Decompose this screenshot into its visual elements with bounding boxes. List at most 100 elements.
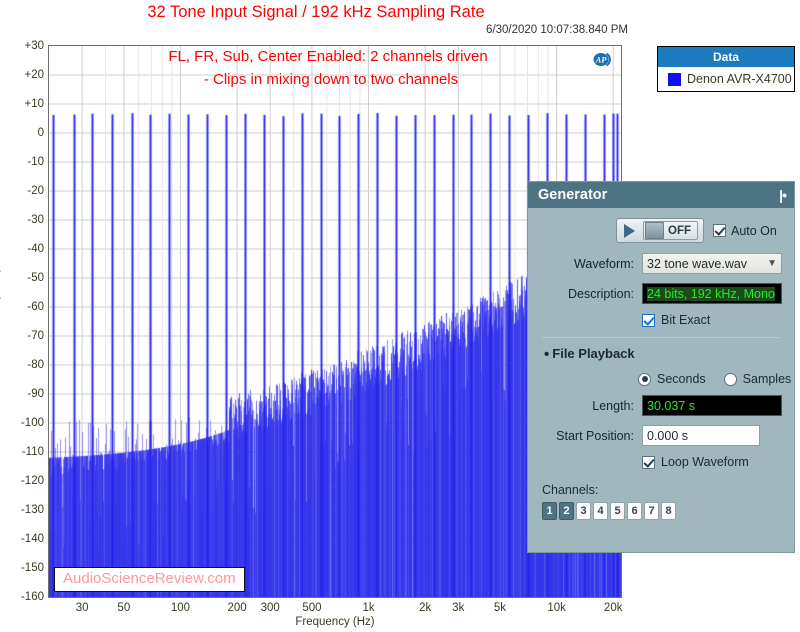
auto-on-label: Auto On <box>731 223 777 238</box>
description-row: Description: 24 bits, 192 kHz, Mono <box>538 283 784 304</box>
x-axis-tick-label: 1k <box>362 602 375 614</box>
length-row: Length: 30.037 s <box>538 395 784 417</box>
x-axis-tick-label: 100 <box>170 602 191 614</box>
y-axis-tick-label: -130 <box>20 504 44 516</box>
x-axis-tick-label: 500 <box>302 602 322 614</box>
switch-state-label: OFF <box>668 224 691 237</box>
y-axis-tick-label: -120 <box>20 475 44 487</box>
x-axis-tick-label: 3k <box>452 602 465 614</box>
y-axis-tick-label: -150 <box>20 562 44 574</box>
x-axis-title: Frequency (Hz) <box>295 616 375 628</box>
file-playback-label: File Playback <box>552 346 635 361</box>
y-axis-tick-label: -90 <box>27 388 44 400</box>
waveform-label: Waveform: <box>574 256 634 271</box>
waveform-row: Waveform: 32 tone wave.wav ▼ <box>538 253 784 274</box>
watermark-box: AudioScienceReview.com <box>54 567 245 592</box>
y-axis-tick-label: -80 <box>27 359 44 371</box>
start-position-label: Start Position: <box>556 428 634 443</box>
waveform-select[interactable]: 32 tone wave.wav ▼ <box>642 253 782 274</box>
ap-logo-icon: AP <box>593 52 611 67</box>
legend-color-swatch <box>668 72 681 86</box>
x-axis-tick-label: 200 <box>227 602 247 614</box>
channel-button-4[interactable]: 4 <box>593 502 608 521</box>
bit-exact-checkbox[interactable] <box>642 313 655 327</box>
y-axis-tick-label: -110 <box>21 446 44 458</box>
y-axis-tick-label: +10 <box>24 98 44 110</box>
channel-button-1[interactable]: 1 <box>542 502 557 521</box>
on-off-switch[interactable]: OFF <box>643 221 698 240</box>
y-axis-tick-label: 0 <box>37 127 44 139</box>
legend-header: Data <box>658 47 794 68</box>
loop-waveform-checkbox[interactable] <box>642 455 655 469</box>
channel-button-6[interactable]: 6 <box>627 502 642 521</box>
generator-run-toggle[interactable]: OFF <box>616 218 704 243</box>
svg-text:AP: AP <box>595 55 608 65</box>
channels-button-group[interactable]: 12345678 <box>538 502 784 521</box>
samples-radio[interactable] <box>723 372 737 386</box>
y-axis-title: Level (dBrA) <box>0 268 1 332</box>
seconds-radio[interactable] <box>638 372 651 386</box>
x-axis-tick-label: 5k <box>493 602 507 614</box>
y-axis-tick-label: -30 <box>27 214 44 226</box>
length-field[interactable]: 30.037 s <box>642 395 782 417</box>
units-radio-row: Seconds Samples <box>538 372 791 387</box>
start-position-row: Start Position: 0.000 s <box>538 425 784 447</box>
y-axis-tick-label: +30 <box>24 40 44 52</box>
y-axis-tick-label: -20 <box>27 185 44 197</box>
y-axis-tick-label: -10 <box>27 156 44 168</box>
auto-on-row[interactable]: Auto On <box>713 224 777 238</box>
x-axis-tick-label: 10k <box>547 602 566 614</box>
channel-button-8[interactable]: 8 <box>661 502 676 521</box>
y-axis-tick-label: -100 <box>20 417 44 429</box>
length-label: Length: <box>592 398 634 413</box>
x-axis-tick-label: 2k <box>419 602 432 614</box>
x-axis-tick-label: 30 <box>75 602 89 614</box>
generator-panel[interactable]: Generator |• OFF Auto On Waveform: 32 to… <box>527 181 795 553</box>
x-axis-tick-label: 300 <box>260 602 280 614</box>
y-axis-tick-label: -50 <box>27 272 44 284</box>
y-axis-tick-label: -70 <box>27 330 44 342</box>
waveform-value: 32 tone wave.wav <box>647 256 748 271</box>
channel-button-2[interactable]: 2 <box>559 502 574 521</box>
generator-run-row: OFF Auto On <box>538 218 784 243</box>
x-axis-tick-label: 50 <box>117 602 131 614</box>
bullet-icon: • <box>544 346 550 364</box>
generator-titlebar[interactable]: Generator |• <box>528 182 794 208</box>
y-axis-tick-label: -60 <box>27 301 44 313</box>
channel-button-7[interactable]: 7 <box>644 502 659 521</box>
y-axis-tick-label: -160 <box>20 591 44 603</box>
description-field[interactable]: 24 bits, 192 kHz, Mono <box>642 283 782 304</box>
chevron-down-icon: ▼ <box>767 258 777 269</box>
start-position-value: 0.000 s <box>647 428 689 443</box>
chart-title: 32 Tone Input Signal / 192 kHz Sampling … <box>147 3 485 21</box>
application-window: 32 Tone Input Signal / 192 kHz Sampling … <box>0 0 800 632</box>
samples-label: Samples <box>742 372 792 387</box>
section-divider <box>542 337 780 338</box>
chart-timestamp: 6/30/2020 10:07:38.840 PM <box>486 24 628 36</box>
file-playback-section-header: • File Playback <box>538 346 784 363</box>
channel-button-5[interactable]: 5 <box>610 502 625 521</box>
legend-item[interactable]: Denon AVR-X4700 <box>658 68 794 91</box>
loop-waveform-label: Loop Waveform <box>661 455 749 470</box>
channel-button-3[interactable]: 3 <box>576 502 591 521</box>
switch-knob[interactable] <box>645 222 664 239</box>
y-axis-tick-label: -40 <box>27 243 44 255</box>
auto-on-checkbox[interactable] <box>713 224 726 237</box>
bit-exact-row[interactable]: Bit Exact <box>538 313 784 327</box>
x-axis-tick-label: 20k <box>603 602 623 614</box>
y-axis-ticks: +30 +20 +10 0 -10 -20 -30 -40 -50 -60 -70 -80 -90 -10… <box>0 0 44 632</box>
watermark-text: AudioScienceReview.com <box>63 570 236 587</box>
legend-box[interactable]: Data Denon AVR-X4700 <box>657 46 795 92</box>
loop-waveform-row[interactable]: Loop Waveform <box>538 455 784 469</box>
pin-icon[interactable]: |• <box>779 187 787 203</box>
bit-exact-label: Bit Exact <box>661 313 711 327</box>
play-icon[interactable] <box>624 223 635 238</box>
legend-item-label: Denon AVR-X4700 <box>687 72 792 86</box>
description-label: Description: <box>568 286 634 301</box>
legend-rows: Denon AVR-X4700 <box>658 68 794 91</box>
y-axis-tick-label: +20 <box>24 69 44 81</box>
start-position-field[interactable]: 0.000 s <box>642 425 760 447</box>
seconds-label: Seconds <box>657 372 706 387</box>
channels-label: Channels: <box>542 483 599 498</box>
description-value: 24 bits, 192 kHz, Mono <box>647 286 775 301</box>
